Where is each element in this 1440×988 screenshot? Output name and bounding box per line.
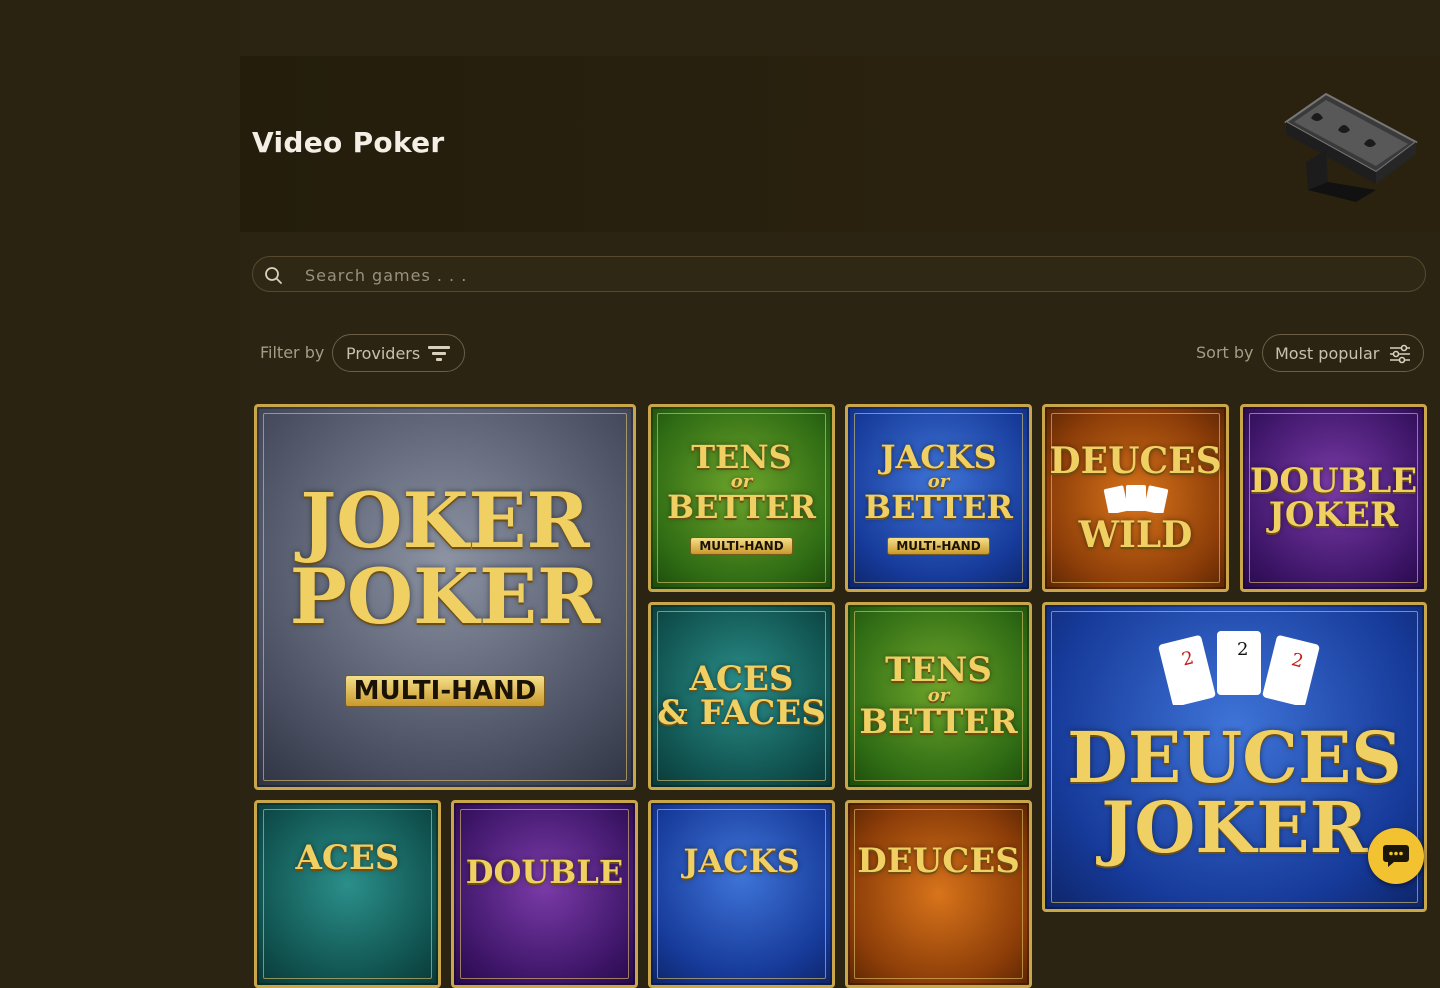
game-title: DEUCES [848, 844, 1029, 878]
game-title-line1: ACES [295, 837, 400, 878]
game-title: JACKS [651, 845, 832, 877]
sort-selected-value: Most popular [1275, 343, 1380, 363]
game-tile-tens-or-better-multi-hand[interactable]: TENS or BETTER MULTI-HAND [648, 404, 835, 592]
game-tile-tens-or-better[interactable]: TENS or BETTER [845, 602, 1032, 790]
game-tile-deuces-wild[interactable]: DEUCES WILD [1042, 404, 1229, 592]
svg-text:2: 2 [1237, 639, 1248, 660]
game-ribbon: MULTI-HAND [887, 537, 990, 555]
game-title-line2: & FACES [657, 693, 826, 733]
game-title: DEUCES JOKER [1045, 723, 1424, 863]
playing-cards-icon: 2 2 2 [1158, 631, 1320, 705]
game-tile-jacks-or-better-2[interactable]: JACKS [648, 800, 835, 988]
game-title-line1: DEUCES [1049, 440, 1222, 482]
game-title-line1: TENS [691, 438, 792, 476]
chat-bubble-icon [1383, 845, 1409, 867]
sort-label: Sort by [1196, 343, 1254, 362]
poker-chip-cards-icon [1284, 92, 1418, 202]
game-tile-jacks-or-better-multi-hand[interactable]: JACKS or BETTER MULTI-HAND [845, 404, 1032, 592]
game-tile-aces-and-faces[interactable]: ACES & FACES [648, 602, 835, 790]
chat-button[interactable] [1368, 828, 1424, 884]
tile-frame [263, 809, 432, 979]
game-title: TENS or BETTER MULTI-HAND [651, 441, 832, 555]
game-ribbon: MULTI-HAND [690, 537, 793, 555]
game-title-line1: TENS [885, 650, 992, 690]
game-ribbon: MULTI-HAND [344, 675, 546, 707]
game-title-line1: JACKS [683, 842, 800, 881]
providers-filter-label: Providers [346, 343, 421, 363]
tile-frame [657, 809, 826, 979]
game-title-line2: WILD [1078, 514, 1193, 556]
game-title-line2: JOKER [1268, 495, 1399, 535]
tile-frame [460, 809, 629, 979]
page-title: Video Poker [252, 126, 445, 159]
tile-frame [854, 809, 1023, 979]
left-sidebar [0, 0, 240, 900]
game-tile-double-joker[interactable]: DOUBLE JOKER [1240, 404, 1427, 592]
game-title-line1: JACKS [880, 438, 997, 476]
game-title-line1: ACES [689, 659, 794, 699]
playing-cards-icon [1103, 485, 1168, 513]
game-title: TENS or BETTER [848, 653, 1029, 739]
game-title: DEUCES WILD [1045, 443, 1226, 553]
game-tile-aces-and-faces-2[interactable]: ACES [254, 800, 441, 988]
game-title: JOKER POKER MULTI-HAND [257, 483, 633, 711]
game-tile-double-joker-2[interactable]: DOUBLE [451, 800, 638, 988]
game-title-line1: DEUCES [857, 841, 1020, 882]
sort-dropdown[interactable]: Most popular [1262, 334, 1424, 372]
search-bar[interactable] [252, 256, 1426, 293]
filter-label: Filter by [260, 343, 325, 362]
game-title: ACES & FACES [651, 662, 832, 730]
game-title-line1: DOUBLE [1249, 461, 1418, 501]
game-title: DOUBLE JOKER [1243, 464, 1424, 532]
search-input[interactable] [303, 257, 1407, 293]
game-title: DOUBLE [454, 856, 635, 888]
game-tile-deuces-wild-2[interactable]: DEUCES [845, 800, 1032, 988]
search-icon [265, 267, 282, 284]
game-title-line1: DOUBLE [465, 853, 624, 892]
filter-funnel-icon [428, 346, 450, 361]
game-title-line1: JOKER [300, 476, 590, 565]
providers-filter-button[interactable]: Providers [332, 334, 465, 372]
game-title-line2: BETTER [864, 488, 1013, 526]
game-title-line2: POKER [289, 552, 601, 641]
game-tile-joker-poker-multi-hand[interactable]: JOKER POKER MULTI-HAND [254, 404, 636, 790]
category-hero: Video Poker [240, 56, 1440, 232]
game-title: ACES [257, 841, 438, 875]
sliders-icon [1390, 344, 1410, 364]
game-title-line1: DEUCES [1067, 716, 1402, 800]
game-title-line2: BETTER [859, 702, 1018, 742]
game-title-line2: BETTER [667, 488, 816, 526]
game-title: JACKS or BETTER MULTI-HAND [848, 441, 1029, 555]
